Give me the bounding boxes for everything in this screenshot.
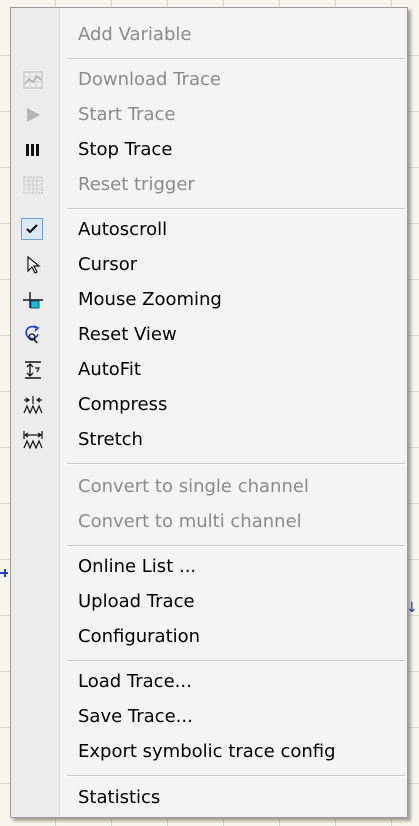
menu-item-label: Convert to single channel: [78, 476, 309, 497]
menu-item-label: Convert to multi channel: [78, 511, 302, 532]
reset-view-icon: [22, 325, 44, 345]
cursor-arrow-icon: [22, 255, 44, 275]
menu-item-save-trace[interactable]: Save Trace...: [11, 700, 407, 734]
menu-item-label: Cursor: [78, 254, 138, 275]
menu-item-mouse-zooming[interactable]: Mouse Zooming: [11, 283, 407, 317]
menu-item-label: Compress: [78, 394, 168, 415]
menu-separator: [67, 208, 405, 210]
autofit-icon: [22, 360, 44, 380]
checkmark-icon: [21, 218, 43, 240]
menu-item-label: Reset View: [78, 324, 177, 345]
download-trace-icon: [22, 70, 44, 90]
menu-item-label: Autoscroll: [78, 219, 168, 240]
menu-item-add-variable[interactable]: Add Variable: [11, 18, 407, 52]
menu-item-reset-trigger[interactable]: Reset trigger: [11, 168, 407, 202]
stop-trace-icon: [22, 140, 44, 160]
menu-item-reset-view[interactable]: Reset View: [11, 318, 407, 352]
menu-item-label: AutoFit: [78, 359, 141, 380]
menu-item-online-list[interactable]: Online List ...: [11, 550, 407, 584]
menu-item-configuration[interactable]: Configuration: [11, 620, 407, 654]
trace-signal-marker: [0, 569, 8, 577]
menu-separator: [67, 775, 405, 777]
menu-item-statistics[interactable]: Statistics: [11, 781, 407, 815]
menu-item-label: Load Trace...: [78, 671, 192, 692]
menu-item-label: Save Trace...: [78, 706, 193, 727]
menu-item-stop-trace[interactable]: Stop Trace: [11, 133, 407, 167]
context-menu: Add Variable Download Trace Start Trace: [10, 7, 408, 818]
menu-item-upload-trace[interactable]: Upload Trace: [11, 585, 407, 619]
menu-item-label: Upload Trace: [78, 591, 195, 612]
mouse-zoom-icon: [22, 290, 44, 310]
menu-item-label: Reset trigger: [78, 174, 195, 195]
menu-item-download-trace[interactable]: Download Trace: [11, 63, 407, 97]
menu-item-cursor[interactable]: Cursor: [11, 248, 407, 282]
menu-item-label: Mouse Zooming: [78, 289, 222, 310]
menu-item-load-trace[interactable]: Load Trace...: [11, 665, 407, 699]
reset-trigger-icon: [22, 175, 44, 195]
menu-item-autoscroll[interactable]: Autoscroll: [11, 213, 407, 247]
menu-item-start-trace[interactable]: Start Trace: [11, 98, 407, 132]
menu-separator: [67, 463, 405, 465]
menu-separator: [67, 660, 405, 662]
menu-item-label: Download Trace: [78, 69, 221, 90]
menu-item-label: Start Trace: [78, 104, 176, 125]
menu-item-label: Export symbolic trace config: [78, 741, 336, 762]
play-icon: [22, 105, 44, 125]
menu-item-label: Stretch: [78, 429, 143, 450]
menu-item-compress[interactable]: Compress: [11, 388, 407, 422]
menu-item-stretch[interactable]: Stretch: [11, 423, 407, 457]
menu-separator: [67, 58, 405, 60]
menu-item-label: Configuration: [78, 626, 201, 647]
menu-item-convert-multi-channel[interactable]: Convert to multi channel: [11, 505, 407, 539]
stretch-icon: [22, 430, 44, 450]
compress-icon: [22, 395, 44, 415]
menu-separator: [67, 545, 405, 547]
menu-item-label: Stop Trace: [78, 139, 173, 160]
menu-item-autofit[interactable]: AutoFit: [11, 353, 407, 387]
menu-item-convert-single-channel[interactable]: Convert to single channel: [11, 470, 407, 504]
menu-item-label: Add Variable: [78, 24, 192, 45]
menu-item-label: Statistics: [78, 787, 161, 808]
menu-item-export-symbolic-trace-config[interactable]: Export symbolic trace config: [11, 735, 407, 769]
menu-item-label: Online List ...: [78, 556, 197, 577]
